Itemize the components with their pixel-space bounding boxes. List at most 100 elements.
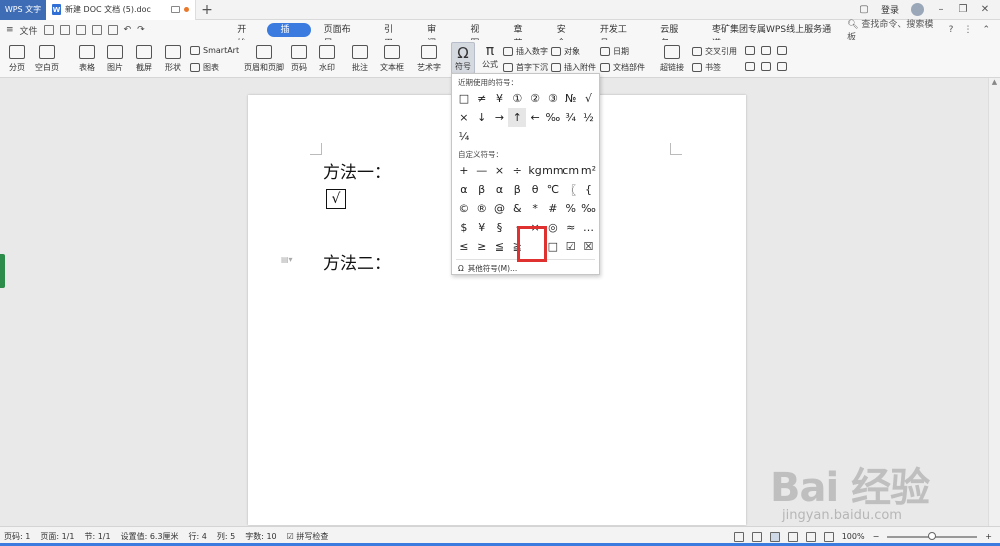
paragraph-marker-icon[interactable]: ▤▾ bbox=[281, 255, 293, 264]
symbol-cell[interactable]: ‰ bbox=[544, 108, 562, 127]
spell-check[interactable]: ☑ 拼写检查 bbox=[287, 531, 329, 542]
symbol-cell[interactable]: ¥ bbox=[473, 218, 491, 237]
page-break-button[interactable]: 分页 bbox=[6, 45, 28, 73]
symbol-cell[interactable]: № bbox=[562, 89, 580, 108]
minimize-button[interactable]: – bbox=[936, 4, 946, 15]
screen-icon[interactable] bbox=[171, 6, 180, 13]
screenshot-button[interactable]: 截屏 bbox=[133, 45, 155, 73]
shape-button[interactable]: 形状 bbox=[162, 45, 184, 73]
status-row[interactable]: 行: 4 bbox=[189, 531, 207, 542]
comment-button[interactable]: 批注 bbox=[349, 45, 371, 73]
status-col[interactable]: 列: 5 bbox=[217, 531, 235, 542]
symbol-cell[interactable]: ≤ bbox=[455, 237, 473, 256]
print-icon[interactable] bbox=[91, 25, 102, 35]
symbol-cell[interactable]: * bbox=[526, 199, 544, 218]
symbol-cell[interactable]: θ bbox=[526, 180, 544, 199]
web-view-icon[interactable] bbox=[805, 531, 816, 542]
login-link[interactable]: 登录 bbox=[881, 3, 899, 16]
symbol-cell[interactable]: © bbox=[455, 199, 473, 218]
symbol-cell[interactable]: ≈ bbox=[562, 218, 580, 237]
undo-icon[interactable]: ↶ bbox=[124, 25, 132, 35]
scroll-up-icon[interactable]: ▲ bbox=[989, 78, 1000, 86]
document-tab[interactable]: W 新建 DOC 文档 (5).doc bbox=[46, 0, 196, 20]
reading-view-icon[interactable] bbox=[751, 531, 762, 542]
symbol-cell[interactable]: ① bbox=[508, 89, 526, 108]
eye-icon[interactable] bbox=[823, 531, 834, 542]
zoom-level[interactable]: 100% bbox=[842, 532, 865, 541]
close-button[interactable]: ✕ bbox=[980, 4, 990, 15]
insert-number-button[interactable]: 插入数字 bbox=[503, 46, 548, 57]
formula-button[interactable]: π 公式 bbox=[480, 43, 500, 70]
drop-cap-button[interactable]: 首字下沉 bbox=[503, 62, 548, 73]
symbol-cell[interactable]: # bbox=[544, 199, 562, 218]
picture-button[interactable]: 图片 bbox=[104, 45, 126, 73]
new-tab-button[interactable]: + bbox=[196, 2, 218, 18]
preview-icon[interactable] bbox=[107, 25, 118, 35]
smartart-button[interactable]: SmartArt bbox=[190, 46, 239, 55]
symbol-cell[interactable]: + bbox=[455, 161, 473, 180]
page-number-button[interactable]: 页码 bbox=[288, 45, 310, 73]
status-pages[interactable]: 页面: 1/1 bbox=[40, 531, 74, 542]
symbol-cell[interactable]: ¾ bbox=[562, 108, 580, 127]
tool-icon[interactable] bbox=[761, 46, 771, 55]
symbol-cell[interactable]: α bbox=[455, 180, 473, 199]
tool-icon[interactable] bbox=[745, 62, 755, 71]
symbol-cell[interactable]: ¥ bbox=[491, 89, 509, 108]
tab-6[interactable]: 章节 bbox=[501, 23, 544, 49]
symbol-cell[interactable]: § bbox=[491, 218, 509, 237]
tab-10[interactable]: 枣矿集团专属WPS线上服务通道 bbox=[699, 23, 847, 49]
file-menu[interactable]: 文件 bbox=[20, 24, 38, 37]
date-button[interactable]: 日期 bbox=[600, 46, 629, 57]
zoom-slider-handle[interactable] bbox=[928, 531, 937, 540]
tab-3[interactable]: 引用 bbox=[371, 23, 414, 49]
save-icon[interactable] bbox=[75, 25, 86, 35]
tab-1[interactable]: 插入 bbox=[267, 23, 311, 49]
symbol-cell[interactable]: % bbox=[562, 199, 580, 218]
symbol-cell[interactable]: ‰ bbox=[580, 199, 598, 218]
attachment-button[interactable]: 插入附件 bbox=[551, 62, 596, 73]
symbol-cell[interactable]: ☒ bbox=[580, 237, 598, 256]
more-symbols-button[interactable]: Ω 其他符号(M)... bbox=[458, 263, 517, 274]
symbol-cell[interactable]: { bbox=[580, 180, 598, 199]
tool-icon[interactable] bbox=[745, 46, 755, 55]
symbol-cell[interactable]: ½ bbox=[580, 108, 598, 127]
new-doc-icon[interactable] bbox=[43, 25, 54, 35]
symbol-cell[interactable]: ® bbox=[473, 199, 491, 218]
more-icon[interactable]: ⋮ bbox=[963, 25, 972, 35]
symbol-cell[interactable]: √ bbox=[580, 89, 598, 108]
symbol-cell[interactable]: → bbox=[491, 108, 509, 127]
status-setting[interactable]: 设置值: 6.3厘米 bbox=[121, 531, 179, 542]
symbol-cell[interactable]: — bbox=[473, 161, 491, 180]
table-button[interactable]: 表格 bbox=[76, 45, 98, 73]
tab-9[interactable]: 云服务 bbox=[647, 23, 699, 49]
object-button[interactable]: 对象 bbox=[551, 46, 580, 57]
symbol-cell[interactable]: @ bbox=[491, 199, 509, 218]
symbol-cell[interactable]: β bbox=[473, 180, 491, 199]
tab-4[interactable]: 审阅 bbox=[414, 23, 457, 49]
symbol-cell[interactable]: ℃ bbox=[544, 180, 562, 199]
zoom-slider[interactable] bbox=[887, 531, 978, 540]
redo-icon[interactable]: ↷ bbox=[137, 25, 145, 35]
symbol-cell[interactable]: ≦ bbox=[491, 237, 509, 256]
help-icon[interactable]: ? bbox=[949, 25, 954, 35]
tab-7[interactable]: 安全 bbox=[544, 23, 587, 49]
blank-page-button[interactable]: 空白页 bbox=[34, 45, 60, 73]
symbol-cell[interactable]: ③ bbox=[544, 89, 562, 108]
symbol-cell[interactable]: ↓ bbox=[473, 108, 491, 127]
page-view-icon[interactable] bbox=[769, 531, 780, 542]
tool-icon[interactable] bbox=[777, 46, 787, 55]
status-section[interactable]: 节: 1/1 bbox=[84, 531, 110, 542]
layout-icon[interactable]: ▢ bbox=[859, 4, 869, 15]
status-words[interactable]: 字数: 10 bbox=[245, 531, 276, 542]
symbol-cell[interactable]: α bbox=[491, 180, 509, 199]
symbol-cell[interactable]: 〖 bbox=[562, 180, 580, 199]
cross-ref-button[interactable]: 交叉引用 bbox=[692, 46, 737, 57]
zoom-out-button[interactable]: − bbox=[873, 532, 880, 541]
zoom-in-button[interactable]: + bbox=[985, 532, 992, 541]
header-footer-button[interactable]: 页眉和页脚 bbox=[243, 45, 285, 73]
collapse-icon[interactable]: ⌃ bbox=[982, 25, 990, 35]
symbol-cell[interactable]: … bbox=[580, 218, 598, 237]
symbol-cell[interactable]: cm bbox=[562, 161, 580, 180]
tab-0[interactable]: 开始 bbox=[224, 23, 267, 49]
textbox-button[interactable]: 文本框 bbox=[377, 45, 407, 73]
